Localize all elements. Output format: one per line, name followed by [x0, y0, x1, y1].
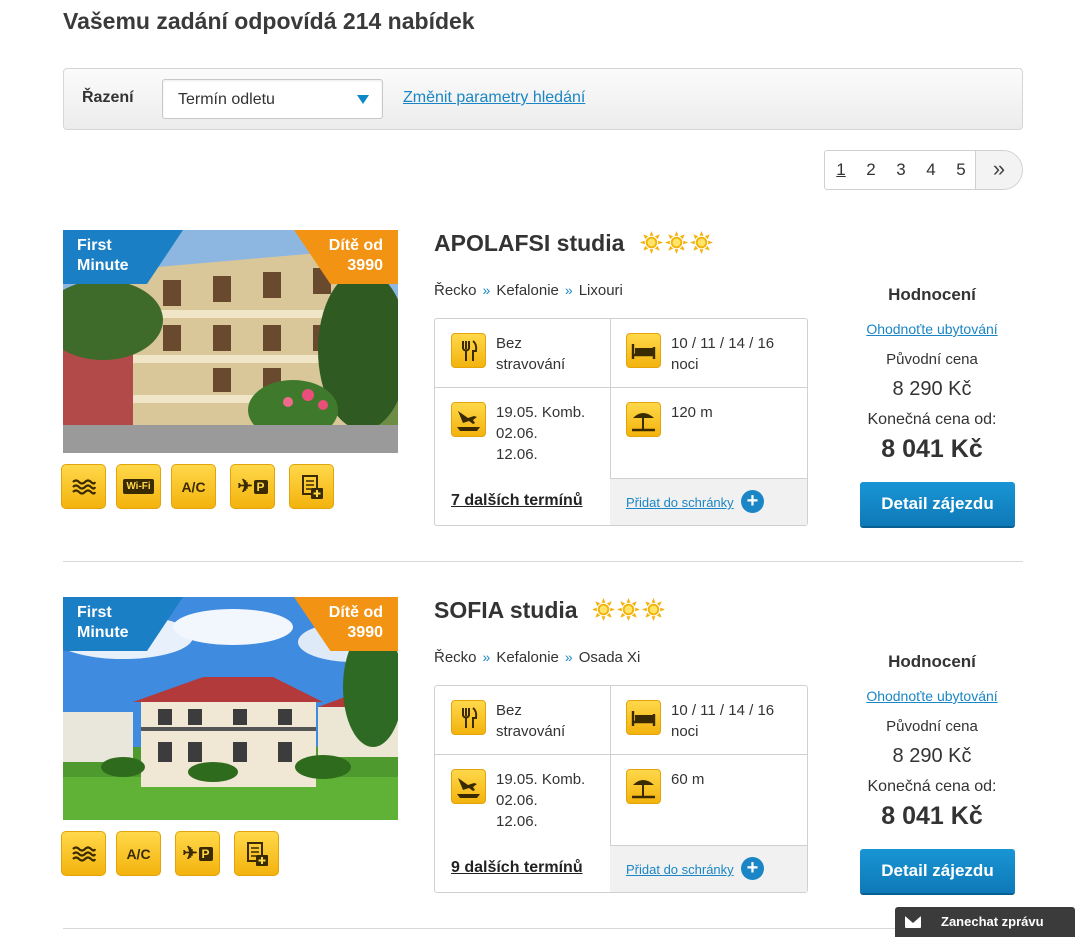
airport-parking-icon: ✈ P	[230, 464, 275, 509]
add-to-clipboard-link[interactable]: Přidat do schránky	[626, 495, 734, 510]
rate-accommodation-link[interactable]: Ohodnoťte ubytování	[832, 688, 1032, 704]
rating-heading: Hodnocení	[888, 652, 976, 671]
airport-parking-icon: ✈ P	[175, 831, 220, 876]
sun-star-icon	[642, 598, 665, 621]
offer-card: First Minute Dítě od 3990 Wi-Fi A/C ✈ P APO…	[0, 230, 1085, 560]
leave-message-label: Zanechat zprávu	[941, 914, 1044, 929]
sort-bar: Řazení Termín odletu Změnit parametry hl…	[63, 68, 1023, 130]
leave-message-button[interactable]: Zanechat zprávu	[895, 907, 1075, 937]
meal-icon	[451, 700, 486, 735]
plus-icon[interactable]: +	[741, 490, 764, 513]
sun-star-icon	[665, 231, 688, 254]
offer-info-grid: Bez stravování 10 / 11 / 14 / 16 noci 19.0…	[434, 318, 808, 526]
next-page-button[interactable]: »	[975, 151, 1022, 189]
pool-icon	[61, 464, 106, 509]
sort-select[interactable]: Termín odletu	[162, 79, 383, 119]
offer-info-grid: Bez stravování 10 / 11 / 14 / 16 noci 19.0…	[434, 685, 808, 893]
sun-star-icon	[617, 598, 640, 621]
offer-card: First Minute Dítě od 3990 A/C ✈ P SOFIA stu…	[0, 597, 1085, 927]
page-5[interactable]: 5	[946, 160, 976, 180]
meal-text: Bez stravování	[496, 702, 566, 740]
page-title: Vašemu zadání odpovídá 214 nabídek	[63, 8, 475, 34]
meal-icon	[451, 333, 486, 368]
meal-text: Bez stravování	[496, 335, 566, 373]
nights-text: 10 / 11 / 14 / 16 noci	[671, 702, 775, 740]
nights-text: 10 / 11 / 14 / 16 noci	[671, 335, 775, 373]
plane-ship-icon	[451, 769, 486, 804]
bed-icon	[626, 333, 661, 368]
insurance-icon	[234, 831, 279, 876]
page-1[interactable]: 1	[826, 160, 856, 180]
final-price-label: Konečná cena od:	[867, 411, 997, 428]
detail-button[interactable]: Detail zájezdu	[860, 849, 1015, 893]
location-breadcrumb: Řecko» Kefalonie» Osada Xi	[434, 649, 641, 666]
hotel-name[interactable]: SOFIA studia	[434, 597, 578, 624]
hotel-name[interactable]: APOLAFSI studia	[434, 230, 624, 257]
dates-text: 19.05. Komb. 02.06. 12.06.	[496, 404, 586, 463]
hotel-photo[interactable]: First Minute Dítě od 3990	[63, 230, 398, 453]
hotel-photo[interactable]: First Minute Dítě od 3990	[63, 597, 398, 820]
insurance-icon	[289, 464, 334, 509]
original-price: 8 290 Kč	[892, 745, 972, 767]
beach-umbrella-icon	[626, 402, 661, 437]
page-2[interactable]: 2	[856, 160, 886, 180]
location-breadcrumb: Řecko» Kefalonie» Lixouri	[434, 282, 623, 299]
sun-star-icon	[640, 231, 663, 254]
star-rating	[640, 231, 713, 254]
more-dates-link[interactable]: 7 dalších termínů	[451, 492, 583, 510]
sun-star-icon	[592, 598, 615, 621]
star-rating	[592, 598, 665, 621]
divider	[63, 561, 1023, 562]
divider	[63, 928, 1023, 929]
final-price: 8 041 Kč	[881, 435, 983, 463]
more-dates-link[interactable]: 9 dalších termínů	[451, 859, 583, 877]
ac-icon: A/C	[116, 831, 161, 876]
add-to-clipboard[interactable]: Přidat do schránky +	[610, 845, 807, 892]
rate-accommodation-link[interactable]: Ohodnoťte ubytování	[832, 321, 1032, 337]
change-search-link[interactable]: Změnit parametry hledání	[403, 89, 585, 107]
add-to-clipboard-link[interactable]: Přidat do schránky	[626, 862, 734, 877]
add-to-clipboard[interactable]: Přidat do schránky +	[610, 478, 807, 525]
page-3[interactable]: 3	[886, 160, 916, 180]
beach-distance: 60 m	[671, 771, 705, 788]
final-price: 8 041 Kč	[881, 802, 983, 830]
detail-button[interactable]: Detail zájezdu	[860, 482, 1015, 526]
chevron-down-icon	[357, 95, 369, 104]
beach-umbrella-icon	[626, 769, 661, 804]
beach-distance: 120 m	[671, 404, 713, 421]
final-price-label: Konečná cena od:	[867, 778, 997, 795]
page-4[interactable]: 4	[916, 160, 946, 180]
ac-icon: A/C	[171, 464, 216, 509]
envelope-icon	[905, 916, 921, 928]
original-price-label: Původní cena	[886, 351, 978, 368]
dates-text: 19.05. Komb. 02.06. 12.06.	[496, 771, 586, 830]
rating-heading: Hodnocení	[888, 285, 976, 304]
original-price: 8 290 Kč	[892, 378, 972, 400]
wifi-icon: Wi-Fi	[116, 464, 161, 509]
pagination: 1 2 3 4 5 »	[824, 150, 1023, 190]
original-price-label: Původní cena	[886, 718, 978, 735]
plus-icon[interactable]: +	[741, 857, 764, 880]
sort-select-value: Termín odletu	[178, 91, 275, 108]
sort-label: Řazení	[82, 89, 134, 106]
bed-icon	[626, 700, 661, 735]
sun-star-icon	[690, 231, 713, 254]
plane-ship-icon	[451, 402, 486, 437]
pool-icon	[61, 831, 106, 876]
